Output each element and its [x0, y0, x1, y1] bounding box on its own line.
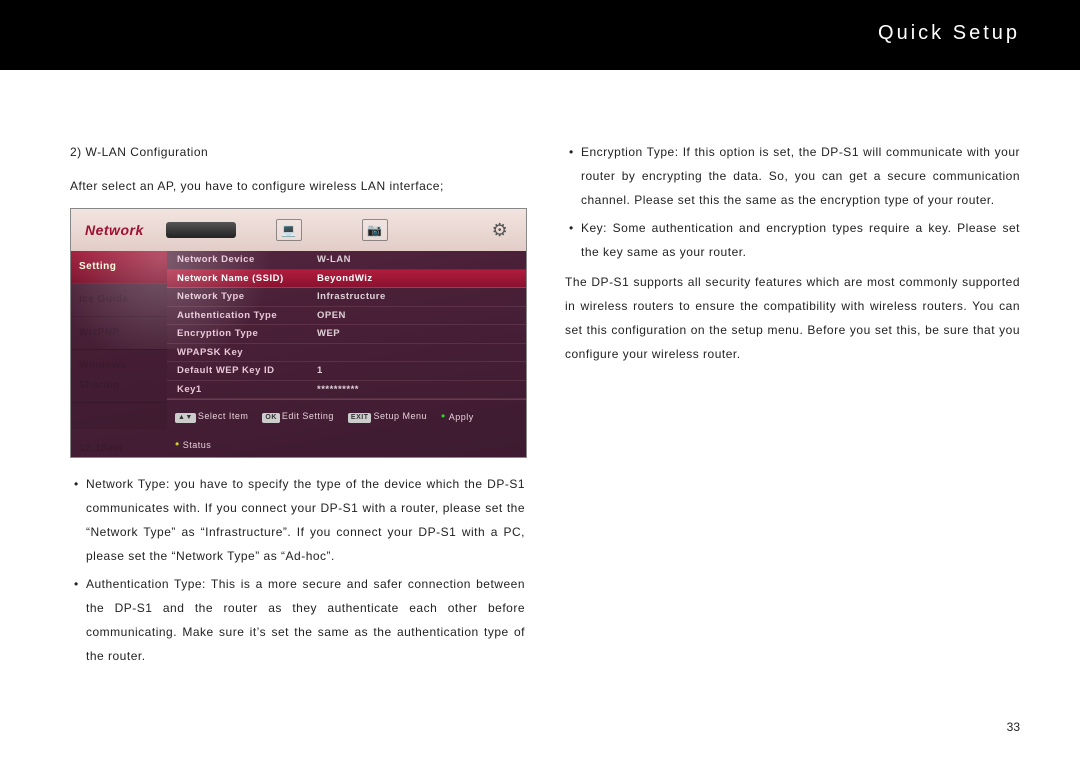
right-column: Encryption Type: If this option is set, … — [565, 140, 1020, 672]
ss-row[interactable]: Network TypeInfrastructure — [167, 288, 526, 307]
sidebar-item-wizpnp[interactable]: WizPNP — [71, 317, 167, 350]
page-title: Quick Setup — [878, 22, 1020, 45]
ss-row[interactable]: Encryption TypeWEP — [167, 325, 526, 344]
ss-row-selected[interactable]: Network Name (SSID)BeyondWiz — [167, 270, 526, 289]
ss-header: Network 💻 📷 ⚙ — [71, 209, 526, 251]
intro-text: After select an AP, you have to configur… — [70, 174, 525, 198]
ss-row[interactable]: Network DeviceW-LAN — [167, 251, 526, 270]
ss-sidebar: Setting Ice Guide WizPNP Windows Sharing… — [71, 251, 167, 429]
device-screenshot: Network 💻 📷 ⚙ Setting Ice Guide WizPNP W… — [70, 208, 527, 458]
ss-device-image — [166, 222, 236, 238]
ss-footer: ▲▼Select Item OKEdit Setting EXITSetup M… — [167, 399, 526, 458]
ss-brand: Network — [85, 216, 144, 244]
ss-row[interactable]: Key1********** — [167, 381, 526, 400]
camera-icon: 📷 — [362, 219, 388, 241]
header-bar: Quick Setup — [0, 0, 1080, 70]
page-number: 33 — [1007, 720, 1020, 734]
ss-row[interactable]: Default WEP Key ID1 — [167, 362, 526, 381]
ss-main: Network DeviceW-LAN Network Name (SSID)B… — [167, 251, 526, 429]
ss-clock: 12:18am — [71, 431, 167, 458]
ss-row[interactable]: WPAPSK Key — [167, 344, 526, 363]
monitor-icon: 💻 — [276, 219, 302, 241]
ss-row[interactable]: Authentication TypeOPEN — [167, 307, 526, 326]
bullet-item: Key: Some authentication and encryption … — [565, 216, 1020, 264]
left-column: 2) W-LAN Configuration After select an A… — [70, 140, 525, 672]
sidebar-item-winshare[interactable]: Windows Sharing — [71, 350, 167, 403]
section-heading: 2) W-LAN Configuration — [70, 140, 525, 164]
right-bullets: Encryption Type: If this option is set, … — [565, 140, 1020, 264]
bullet-item: Encryption Type: If this option is set, … — [565, 140, 1020, 212]
sidebar-item-iceguide[interactable]: Ice Guide — [71, 284, 167, 317]
bullet-item: Network Type: you have to specify the ty… — [70, 472, 525, 568]
sidebar-item-setting[interactable]: Setting — [71, 251, 167, 284]
gear-icon: ⚙ — [488, 220, 512, 240]
bullet-item: Authentication Type: This is a more secu… — [70, 572, 525, 668]
right-paragraph: The DP-S1 supports all security features… — [565, 270, 1020, 366]
left-bullets: Network Type: you have to specify the ty… — [70, 472, 525, 668]
